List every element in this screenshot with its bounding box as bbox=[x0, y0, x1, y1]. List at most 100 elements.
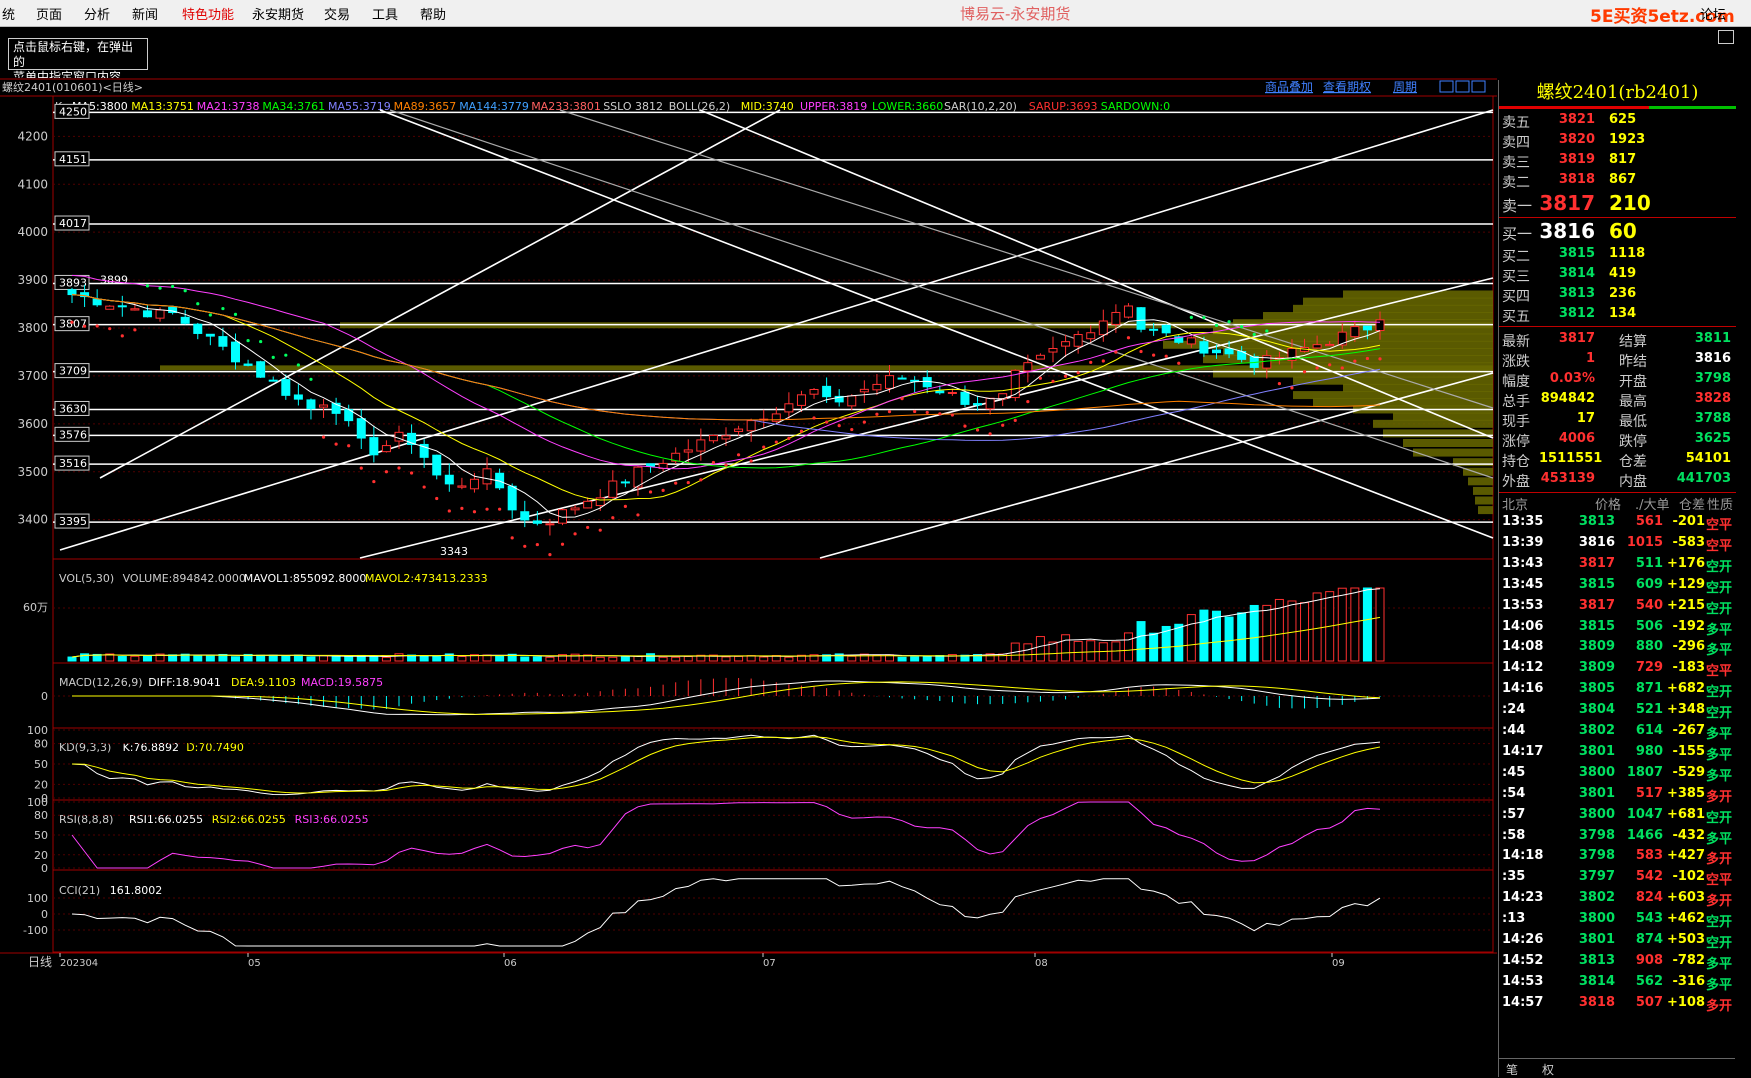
candle-body-54[interactable] bbox=[746, 420, 756, 432]
candle-body-19[interactable] bbox=[306, 399, 316, 410]
candle-body-31[interactable] bbox=[457, 485, 467, 488]
candle-body-63[interactable] bbox=[859, 388, 869, 393]
candle-body-80[interactable] bbox=[1073, 334, 1083, 347]
candle-body-82[interactable] bbox=[1098, 320, 1108, 336]
header-link-0[interactable]: 商品叠加 bbox=[1265, 79, 1313, 94]
candle-body-90[interactable] bbox=[1199, 341, 1209, 354]
cci-pane[interactable] bbox=[52, 869, 1494, 953]
candle-body-2[interactable] bbox=[92, 298, 102, 306]
candle-body-3[interactable] bbox=[105, 305, 115, 310]
candle-body-42[interactable] bbox=[595, 497, 605, 507]
candle-body-99[interactable] bbox=[1312, 344, 1322, 349]
candle-body-38[interactable] bbox=[545, 523, 555, 526]
candle-body-17[interactable] bbox=[281, 379, 291, 396]
tab-ticks[interactable]: 笔 bbox=[1506, 1061, 1518, 1078]
kline-chart[interactable]: 螺纹2401(010601)<日线>商品叠加查看期权周期KMA5:3800MA1… bbox=[0, 78, 1497, 1077]
menu-yongan[interactable]: 永安期货 bbox=[252, 4, 304, 23]
candle-body-58[interactable] bbox=[796, 394, 806, 406]
candle-body-64[interactable] bbox=[872, 383, 882, 391]
candle-body-11[interactable] bbox=[205, 333, 215, 337]
candle-body-72[interactable] bbox=[973, 403, 983, 406]
candle-body-13[interactable] bbox=[231, 341, 240, 363]
menu-system[interactable]: 统 bbox=[2, 4, 15, 23]
candle-body-16[interactable] bbox=[268, 379, 278, 382]
candle-body-104[interactable] bbox=[1375, 319, 1385, 332]
bid-row-1[interactable]: 买一 3816 60 bbox=[1499, 219, 1736, 243]
candle-body-102[interactable] bbox=[1350, 326, 1360, 338]
bid-row-2[interactable]: 买二 3815 1118 bbox=[1499, 245, 1736, 265]
candle-body-77[interactable] bbox=[1035, 354, 1045, 360]
bid-row-5[interactable]: 买五 3812 134 bbox=[1499, 305, 1736, 325]
candle-body-69[interactable] bbox=[935, 390, 945, 394]
trendline-4[interactable] bbox=[819, 372, 1494, 559]
candle-body-66[interactable] bbox=[897, 377, 907, 380]
menu-analysis[interactable]: 分析 bbox=[84, 4, 110, 23]
candle-body-51[interactable] bbox=[708, 434, 718, 442]
candle-body-73[interactable] bbox=[985, 397, 995, 410]
candle-body-91[interactable] bbox=[1212, 349, 1221, 354]
ask-row-5[interactable]: 卖五 3821 625 bbox=[1499, 111, 1736, 131]
candle-body-50[interactable] bbox=[696, 439, 706, 452]
candle-body-6[interactable] bbox=[142, 310, 152, 318]
candle-body-36[interactable] bbox=[520, 511, 530, 521]
menu-help[interactable]: 帮助 bbox=[420, 4, 446, 23]
candle-body-46[interactable] bbox=[646, 463, 656, 467]
candle-body-29[interactable] bbox=[432, 454, 442, 476]
candle-body-59[interactable] bbox=[809, 388, 819, 395]
candle-body-20[interactable] bbox=[319, 404, 329, 408]
candle-body-81[interactable] bbox=[1086, 332, 1096, 340]
candle-body-76[interactable] bbox=[1023, 362, 1033, 372]
tab-rights[interactable]: 权 bbox=[1542, 1061, 1554, 1078]
bid-row-4[interactable]: 买四 3813 236 bbox=[1499, 285, 1736, 305]
candle-body-7[interactable] bbox=[155, 309, 165, 319]
menu-news[interactable]: 新闻 bbox=[132, 4, 158, 23]
candle-body-84[interactable] bbox=[1123, 305, 1133, 318]
bid-row-3[interactable]: 买三 3814 419 bbox=[1499, 265, 1736, 285]
candle-body-85[interactable] bbox=[1136, 307, 1146, 330]
header-link-2[interactable]: 周期 bbox=[1393, 80, 1417, 94]
candle-body-18[interactable] bbox=[293, 394, 303, 400]
forum-link[interactable]: 论坛 bbox=[1700, 4, 1726, 23]
candle-body-12[interactable] bbox=[218, 336, 228, 347]
ask-row-1[interactable]: 卖一 3817 210 bbox=[1499, 191, 1736, 215]
candle-body-103[interactable] bbox=[1362, 325, 1372, 331]
candle-body-100[interactable] bbox=[1325, 343, 1335, 347]
ask-row-3[interactable]: 卖三 3819 817 bbox=[1499, 151, 1736, 171]
candle-body-9[interactable] bbox=[180, 316, 190, 324]
candle-body-70[interactable] bbox=[947, 392, 957, 395]
window-restore-icon[interactable] bbox=[1718, 30, 1734, 44]
candle-body-0[interactable] bbox=[67, 289, 77, 296]
candle-body-57[interactable] bbox=[784, 403, 794, 413]
candle-body-62[interactable] bbox=[847, 395, 857, 407]
candle-body-67[interactable] bbox=[910, 379, 920, 382]
candle-body-49[interactable] bbox=[683, 449, 693, 453]
candle-body-86[interactable] bbox=[1149, 328, 1159, 331]
header-link-1[interactable]: 查看期权 bbox=[1323, 80, 1371, 94]
candle-body-35[interactable] bbox=[507, 485, 517, 511]
candle-body-23[interactable] bbox=[356, 418, 366, 439]
candle-body-71[interactable] bbox=[960, 391, 970, 405]
candle-body-92[interactable] bbox=[1224, 348, 1234, 355]
candle-body-24[interactable] bbox=[369, 437, 379, 456]
candle-body-60[interactable] bbox=[822, 385, 832, 398]
candle-body-44[interactable] bbox=[620, 481, 630, 484]
candle-body-83[interactable] bbox=[1111, 311, 1121, 325]
candle-body-5[interactable] bbox=[130, 308, 140, 311]
candle-body-37[interactable] bbox=[532, 520, 542, 524]
candle-body-33[interactable] bbox=[482, 468, 492, 485]
candle-body-10[interactable] bbox=[193, 323, 203, 334]
candle-body-65[interactable] bbox=[885, 375, 894, 389]
trendline-gray-0[interactable] bbox=[389, 109, 1494, 479]
candle-body-87[interactable] bbox=[1161, 324, 1171, 334]
menu-tools[interactable]: 工具 bbox=[372, 4, 398, 23]
candle-body-89[interactable] bbox=[1186, 337, 1196, 345]
candle-body-30[interactable] bbox=[444, 474, 454, 485]
ask-row-4[interactable]: 卖四 3820 1923 bbox=[1499, 131, 1736, 151]
menu-trade[interactable]: 交易 bbox=[324, 4, 350, 23]
candle-body-40[interactable] bbox=[570, 507, 580, 511]
ask-row-2[interactable]: 卖二 3818 867 bbox=[1499, 171, 1736, 191]
candle-body-41[interactable] bbox=[583, 500, 593, 509]
candle-body-68[interactable] bbox=[922, 377, 932, 388]
candle-body-79[interactable] bbox=[1061, 341, 1071, 347]
trendline-5[interactable] bbox=[99, 109, 781, 479]
